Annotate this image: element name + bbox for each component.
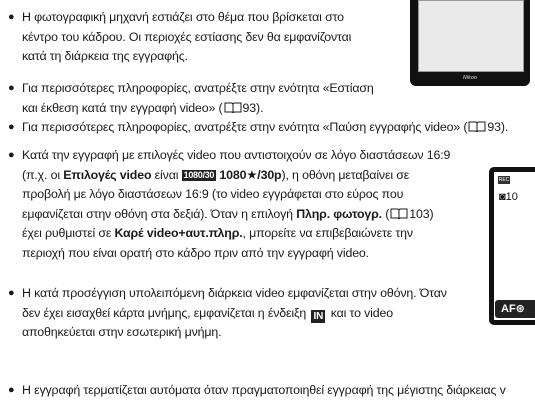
text-segment: δεν έχει εισαχθεί κάρτα μνήμης, εμφανίζε… (22, 305, 310, 320)
text-line: κέντρο του κάδρου. Οι περιοχές εστίασης … (22, 29, 352, 44)
text-segment: και το video (327, 305, 393, 320)
text-segment: 103) (409, 206, 434, 221)
internal-memory-icon: IN (311, 309, 326, 323)
text-line: αποθηκεύεται στην εσωτερική μνήμη. (22, 325, 222, 339)
af-indicator: AF⊛ (495, 300, 535, 318)
bullet-dot: ● (8, 11, 15, 23)
text-line: περιοχή που είναι ορατή στο κάδρο πριν α… (22, 245, 369, 260)
text-segment: ( (381, 206, 390, 221)
text-segment: Για περισσότερες πληροφορίες, ανατρέξτε … (22, 120, 468, 134)
camera-screen-illustration: Nikon (410, 0, 530, 86)
text-segment: 93). (242, 100, 264, 115)
camera-icon: ◙ (499, 191, 506, 203)
af-label: AF (501, 303, 516, 315)
menu-option-value: Καρέ video+αυτ.πληρ. (114, 226, 243, 240)
text-segment: και έκθεση κατά την εγγραφή video» ( (22, 100, 223, 115)
text-segment: ), η οθόνη μεταβαίνει σε (281, 167, 410, 182)
text-segment: 93). (487, 120, 509, 134)
text-segment: εμφανίζεται στην οθόνη στα δεξιά). Όταν … (22, 206, 297, 221)
page-reference-icon (390, 208, 408, 219)
camera-screen-illustration-16-9: REC ◙10 AF⊛ (489, 167, 535, 325)
remaining-count-value: 10 (505, 191, 518, 203)
page-reference-icon (224, 102, 242, 113)
bullet-dot: ● (8, 384, 15, 396)
text-line: κατά τη διάρκεια της εγγραφής. (22, 49, 188, 63)
bullet-dot: ● (8, 121, 15, 133)
menu-option-name: Επιλογές video (63, 167, 152, 182)
video-mode-icon: 1080/30 (181, 169, 217, 181)
brand-logo: Nikon (463, 75, 477, 81)
camera-display (418, 0, 524, 72)
remaining-count: ◙10 (499, 191, 518, 203)
bullet-dot: ● (8, 149, 15, 161)
text-line: προβολή με λόγο διαστάσεων 16:9 (το vide… (22, 187, 404, 201)
af-icon: ⊛ (515, 303, 525, 315)
menu-option-value: 1080★/30p (219, 167, 282, 182)
page-reference-icon (468, 121, 486, 132)
text-line: Για περισσότερες πληροφορίες, ανατρέξτε … (22, 81, 374, 95)
rec-badge: REC (498, 176, 510, 184)
text-line: Η κατά προσέγγιση υπολειπόμενη διάρκεια … (22, 286, 447, 300)
camera-display: REC ◙10 AF⊛ (494, 172, 535, 320)
text-line: Η εγγραφή τερματίζεται αυτόματα όταν πρα… (22, 383, 506, 397)
text-line: Κατά την εγγραφή με επιλογές video που α… (22, 148, 451, 162)
menu-option-name: Πληρ. φωτογρ. (296, 206, 382, 221)
bullet-dot: ● (8, 287, 15, 299)
bullet-dot: ● (8, 82, 15, 94)
text-segment: είναι (151, 167, 182, 182)
manual-page: ● Η φωτογραφική μηχανή εστιάζει στο θέμα… (0, 0, 535, 404)
text-line: Η φωτογραφική μηχανή εστιάζει στο θέμα π… (22, 10, 344, 24)
text-segment: , μπορείτε να επιβεβαιώνετε την (242, 226, 414, 240)
text-segment: (π.χ. οι (22, 167, 64, 182)
text-segment: έχει ρυθμιστεί σε (22, 226, 115, 240)
